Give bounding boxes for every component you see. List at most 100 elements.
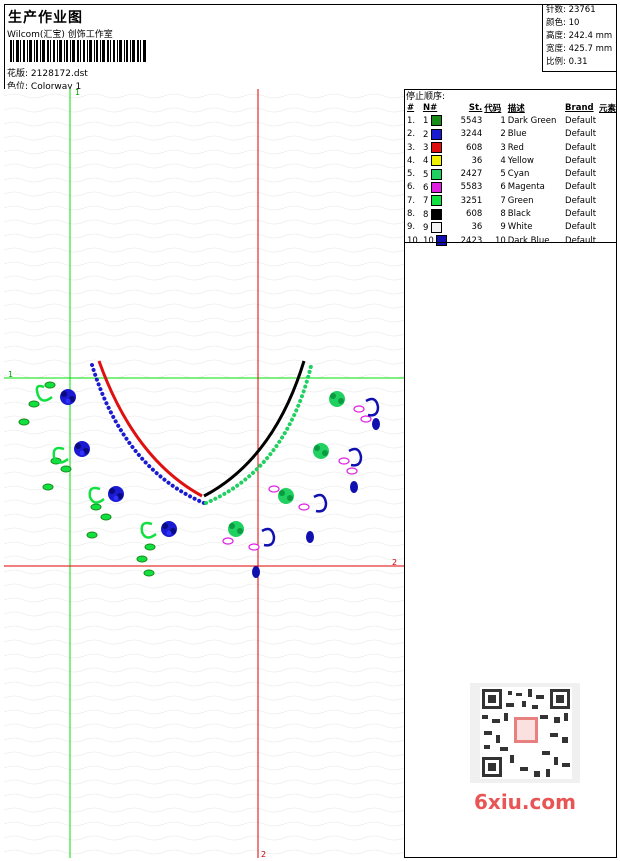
cell-brand: Default: [565, 155, 597, 166]
cell-st: 5543: [460, 115, 483, 126]
cell-code: 4: [500, 155, 506, 166]
cell-st: 608: [466, 142, 483, 153]
cell-st: 2427: [460, 169, 483, 180]
table-header: # N# St. 代码 描述 Brand 元素: [407, 102, 616, 114]
color-swatch: [431, 208, 443, 220]
cell-code: 2: [500, 129, 506, 140]
cell-desc: Black: [507, 209, 531, 220]
needle-number: 9: [422, 221, 449, 234]
cell-brand: Default: [565, 222, 597, 233]
cell-desc: White: [507, 222, 533, 233]
color-swatch: [431, 221, 443, 233]
cell-brand: Default: [565, 129, 597, 140]
color-swatch: [431, 115, 443, 127]
table-row: 4. 4 36 4 Yellow Default: [406, 154, 617, 167]
page-title: 生产作业图: [8, 10, 83, 26]
color-swatch: [431, 142, 443, 154]
cell-desc: Magenta: [507, 182, 545, 193]
stat-height: 高度: 242.4 mm: [546, 31, 613, 41]
cell-brand: Default: [565, 142, 597, 153]
cell-code: 3: [500, 142, 506, 153]
cell-code: 7: [500, 195, 506, 206]
stat-scale: 比例: 0.31: [546, 57, 588, 67]
cell-brand: Default: [565, 235, 597, 246]
cell-idx: 3.: [407, 142, 416, 153]
cell-brand: Default: [565, 195, 597, 206]
cell-idx: 9.: [407, 222, 416, 233]
cell-brand: Default: [565, 182, 597, 193]
cell-st: 5583: [460, 182, 483, 193]
stat-width: 宽度: 425.7 mm: [546, 44, 613, 54]
design-file: 花版: 2128172.dst: [7, 66, 88, 79]
needle-number: 8: [422, 207, 449, 220]
needle-number: 3: [422, 141, 449, 154]
cell-desc: Dark Blue: [507, 235, 550, 246]
cell-st: 2423: [460, 235, 483, 246]
cell-idx: 4.: [407, 155, 416, 166]
design-canvas: 1 1 2 2: [4, 89, 404, 858]
qr-code: [470, 683, 580, 783]
guide-label-red-v: 2: [261, 850, 266, 858]
cell-st: 36: [471, 155, 483, 166]
cell-code: 6: [500, 182, 506, 193]
table-row: 7. 7 3251 7 Green Default: [406, 194, 617, 207]
cell-idx: 1.: [407, 115, 416, 126]
table-row: 1. 1 5543 1 Dark Green Default: [406, 114, 617, 127]
design-value: 2128172.dst: [30, 69, 88, 79]
cell-idx: 10.: [407, 235, 421, 246]
color-swatch: [431, 195, 443, 207]
color-swatch: [431, 168, 443, 180]
cell-desc: Cyan: [507, 169, 530, 180]
needle-number: 6: [422, 181, 449, 194]
cell-idx: 2.: [407, 129, 416, 140]
table-row: 6. 6 5583 6 Magenta Default: [406, 181, 617, 194]
needle-number: 4: [422, 154, 449, 167]
cell-desc: Yellow: [507, 155, 534, 166]
table-row: 10. 10 2423 10 Dark Blue Default: [406, 234, 617, 247]
guide-label-green-h: 1: [8, 370, 13, 379]
cell-code: 5: [500, 169, 506, 180]
cell-idx: 5.: [407, 169, 416, 180]
table-row: 5. 5 2427 5 Cyan Default: [406, 167, 617, 180]
stat-colors: 颜色: 10: [546, 18, 580, 28]
color-swatch: [431, 181, 443, 193]
needle-number: 1: [422, 114, 449, 127]
stat-stitches: 针数: 23761: [546, 5, 596, 15]
cell-st: 3251: [460, 195, 483, 206]
cell-desc: Green: [507, 195, 534, 206]
table-row: 2. 2 3244 2 Blue Default: [406, 128, 617, 141]
needle-number: 5: [422, 167, 449, 180]
header: 生产作业图 Wilcom(汇宝) 创饰工作室 花版: 2128172.dst 色…: [4, 4, 617, 92]
cell-code: 8: [500, 209, 506, 220]
cell-brand: Default: [565, 209, 597, 220]
table-row: 9. 9 36 9 White Default: [406, 221, 617, 234]
cell-st: 36: [471, 222, 483, 233]
cell-idx: 6.: [407, 182, 416, 193]
cell-code: 1: [500, 115, 506, 126]
stats-box: 针数: 23761 颜色: 10 高度: 242.4 mm 宽度: 425.7 …: [542, 4, 617, 72]
watermark: 6xiu.com: [474, 790, 576, 814]
color-sequence-table: # N# St. 代码 描述 Brand 元素 1. 1 5543 1 Dark Gr…: [406, 101, 617, 247]
color-swatch: [431, 155, 443, 167]
cell-code: 10: [494, 235, 506, 246]
design-label: 花版:: [7, 69, 29, 79]
table-divider: [405, 242, 617, 243]
table-row: 3. 3 608 3 Red Default: [406, 141, 617, 154]
cell-desc: Dark Green: [507, 115, 557, 126]
cell-brand: Default: [565, 169, 597, 180]
cell-st: 3244: [460, 129, 483, 140]
table-row: 8. 8 608 8 Black Default: [406, 207, 617, 220]
guide-label-green-v: 1: [75, 89, 80, 97]
barcode: [10, 40, 146, 62]
needle-number: 2: [422, 128, 449, 141]
cell-st: 608: [466, 209, 483, 220]
cell-idx: 7.: [407, 195, 416, 206]
cell-idx: 8.: [407, 209, 416, 220]
color-swatch: [431, 128, 443, 140]
needle-number: 7: [422, 194, 449, 207]
guide-label-red-h: 2: [392, 558, 397, 567]
cell-desc: Blue: [507, 129, 527, 140]
cell-brand: Default: [565, 115, 597, 126]
needle-number: 10: [422, 234, 449, 247]
color-swatch: [436, 235, 448, 247]
